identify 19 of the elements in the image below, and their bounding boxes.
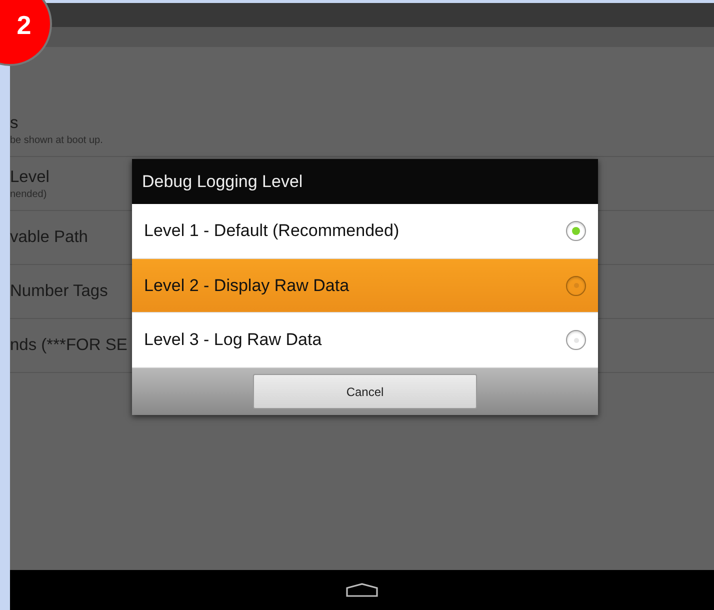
option-row[interactable]: Level 2 - Display Raw Data xyxy=(132,258,598,314)
option-label: Level 3 - Log Raw Data xyxy=(144,330,322,350)
option-row[interactable]: Level 3 - Log Raw Data xyxy=(132,313,598,368)
radio-button[interactable] xyxy=(566,276,586,296)
radio-button[interactable] xyxy=(566,220,586,241)
radio-button[interactable] xyxy=(566,330,586,350)
cancel-button[interactable]: Cancel xyxy=(253,374,477,410)
setting-title: Number Tags xyxy=(10,281,108,302)
setting-title: Level xyxy=(10,166,50,188)
option-label: Level 2 - Display Raw Data xyxy=(144,276,350,296)
dialog-title: Debug Logging Level xyxy=(132,159,598,204)
setting-title: nds (***FOR SE xyxy=(10,335,128,356)
option-row[interactable]: Level 1 - Default (Recommended) xyxy=(132,204,598,259)
home-icon[interactable] xyxy=(346,583,378,597)
setting-summary: nended) xyxy=(10,188,47,200)
setting-title: s xyxy=(10,112,18,134)
option-label: Level 1 - Default (Recommended) xyxy=(144,220,400,241)
setting-summary: be shown at boot up. xyxy=(10,134,103,146)
setting-title: vable Path xyxy=(10,227,88,248)
